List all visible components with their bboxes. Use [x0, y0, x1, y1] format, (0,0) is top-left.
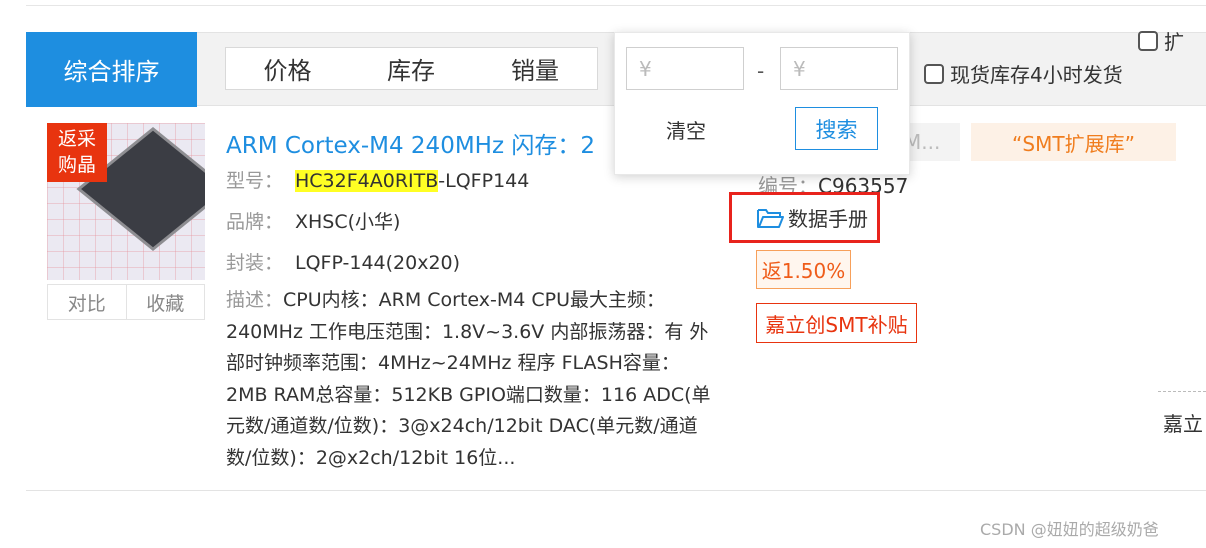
brand-key: 品牌：	[226, 211, 284, 233]
sort-comprehensive-button[interactable]: 综合排序	[26, 32, 197, 107]
model-suffix: -LQFP144	[438, 170, 530, 192]
datasheet-link[interactable]: 数据手册	[729, 192, 880, 243]
model-highlight: HC32F4A0RITB	[295, 170, 439, 192]
package-key: 封装：	[226, 252, 284, 274]
dashed-divider	[1158, 391, 1206, 392]
sort-price-button[interactable]: 价格	[225, 47, 350, 90]
watermark: CSDN @妞妞的超级奶爸	[980, 520, 1159, 539]
card-divider	[26, 490, 1206, 491]
model-key: 型号：	[226, 170, 284, 192]
smt-subsidy-tag[interactable]: 嘉立创SMT补贴	[756, 303, 917, 343]
in-stock-4h-filter[interactable]: 现货库存4小时发货	[924, 59, 1123, 88]
product-title-link[interactable]: ARM Cortex-M4 240MHz 闪存：2	[226, 126, 626, 160]
brand-value: XHSC(小华)	[295, 211, 401, 233]
clear-button[interactable]: 清空	[653, 109, 719, 149]
model-row: 型号： HC32F4A0RITB-LQFP144	[226, 166, 529, 193]
price-filter-popup: ¥ - ¥ 清空 搜索	[614, 32, 910, 175]
package-value: LQFP-144(20x20)	[295, 252, 461, 274]
sort-stock-button[interactable]: 库存	[349, 47, 474, 90]
compare-button[interactable]: 对比	[48, 285, 126, 319]
compare-favorite-row: 对比 收藏	[47, 284, 205, 320]
price-min-input[interactable]: ¥	[626, 47, 744, 90]
sort-sales-button[interactable]: 销量	[473, 47, 598, 90]
price-max-input[interactable]: ¥	[780, 47, 898, 90]
folder-icon	[757, 208, 784, 228]
extended-filter-label: 扩	[1164, 30, 1184, 52]
description-value: CPU内核：ARM Cortex-M4 CPU最大主频：240MHz 工作电压范…	[226, 289, 711, 469]
extended-filter-clipped[interactable]: 扩	[1138, 26, 1206, 52]
rebate-badge-line2: 购晶	[57, 154, 96, 176]
smt-extended-library-tag[interactable]: “SMT扩展库”	[971, 123, 1176, 161]
rebate-badge: 返采 购晶	[47, 123, 107, 182]
price-range-dash: -	[757, 59, 765, 83]
side-text: 嘉立	[1163, 412, 1203, 436]
package-row: 封装： LQFP-144(20x20)	[226, 248, 460, 275]
in-stock-4h-label: 现货库存4小时发货	[950, 63, 1123, 87]
top-divider	[26, 0, 1206, 6]
rebate-badge-line1: 返采	[57, 128, 96, 150]
description: 描述：CPU内核：ARM Cortex-M4 CPU最大主频：240MHz 工作…	[226, 285, 716, 474]
brand-row: 品牌： XHSC(小华)	[226, 207, 400, 234]
favorite-button[interactable]: 收藏	[125, 285, 205, 319]
rebate-percent-tag: 返1.50%	[756, 250, 851, 289]
description-key: 描述：	[226, 289, 284, 311]
datasheet-label: 数据手册	[788, 207, 868, 231]
checkbox[interactable]	[1138, 30, 1158, 51]
checkbox[interactable]	[924, 63, 944, 84]
search-button[interactable]: 搜索	[795, 107, 878, 150]
